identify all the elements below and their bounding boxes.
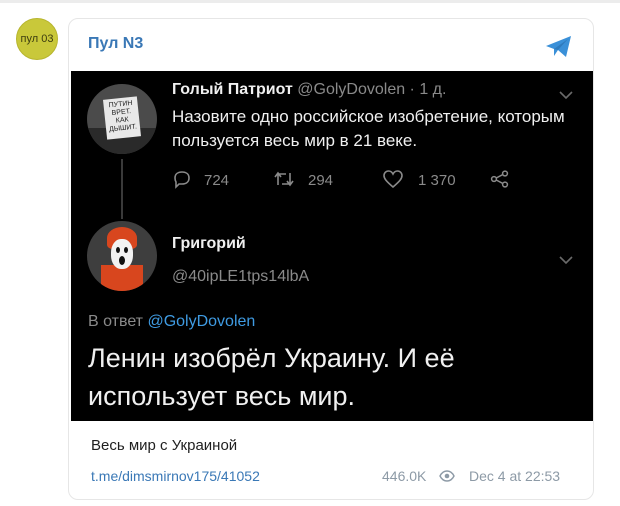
post-link[interactable]: t.me/dimsmirnov175/41052 xyxy=(91,468,260,484)
chevron-down-icon xyxy=(559,91,573,100)
view-count: 446.0K xyxy=(382,468,427,484)
tweet-author-avatar: ПУТИН ВРЕТ. КАК ДЫШИТ. xyxy=(87,84,157,154)
channel-name[interactable]: Пул N3 xyxy=(88,35,143,53)
share-icon[interactable] xyxy=(544,35,574,59)
reply-to-handle: @GolyDovolen xyxy=(147,313,256,330)
post-card: Пул N3 ПУТИН ВРЕТ. КАК ДЫШИТ. Голый Патр… xyxy=(68,18,594,500)
channel-avatar-text: пул 03 xyxy=(20,33,54,45)
tweet-author-handle: @GolyDovolen · 1 д. xyxy=(297,81,447,98)
reply-author-name: Григорий xyxy=(172,235,246,252)
reply-to-line: В ответ @GolyDovolen xyxy=(88,313,255,331)
tweet-screenshot[interactable]: ПУТИН ВРЕТ. КАК ДЫШИТ. Голый Патриот @Go… xyxy=(71,71,593,421)
post-caption: Весь мир с Украиной xyxy=(91,437,238,454)
tweet-author-name: Голый Патриот xyxy=(172,81,293,98)
protest-sign: ПУТИН ВРЕТ. КАК ДЫШИТ. xyxy=(103,96,141,140)
tweet-stats: 724 294 1 370 xyxy=(71,169,593,193)
retweet-icon xyxy=(274,171,294,187)
reply-text: Ленин изобрёл Украину. И её использует в… xyxy=(88,343,455,411)
eye-icon xyxy=(439,470,455,482)
heart-icon xyxy=(383,170,403,189)
tweet-text: Назовите одно российское изобретение, ко… xyxy=(172,107,565,150)
top-divider xyxy=(0,0,620,3)
chevron-down-icon xyxy=(559,256,573,265)
share-tweet-icon xyxy=(490,170,509,188)
like-count: 1 370 xyxy=(418,172,456,189)
reply-to-prefix: В ответ xyxy=(88,313,148,330)
retweet-count: 294 xyxy=(308,172,334,189)
tweet-author-line: Голый Патриот @GolyDovolen · 1 д. xyxy=(172,81,446,99)
reply-author-avatar xyxy=(87,221,157,291)
channel-avatar[interactable]: пул 03 xyxy=(16,18,58,60)
reply-icon xyxy=(174,171,190,189)
reply-author-handle: @40ipLE1tps14lbA xyxy=(172,268,310,285)
post-date: Dec 4 at 22:53 xyxy=(469,468,561,484)
reply-count: 724 xyxy=(204,172,230,189)
